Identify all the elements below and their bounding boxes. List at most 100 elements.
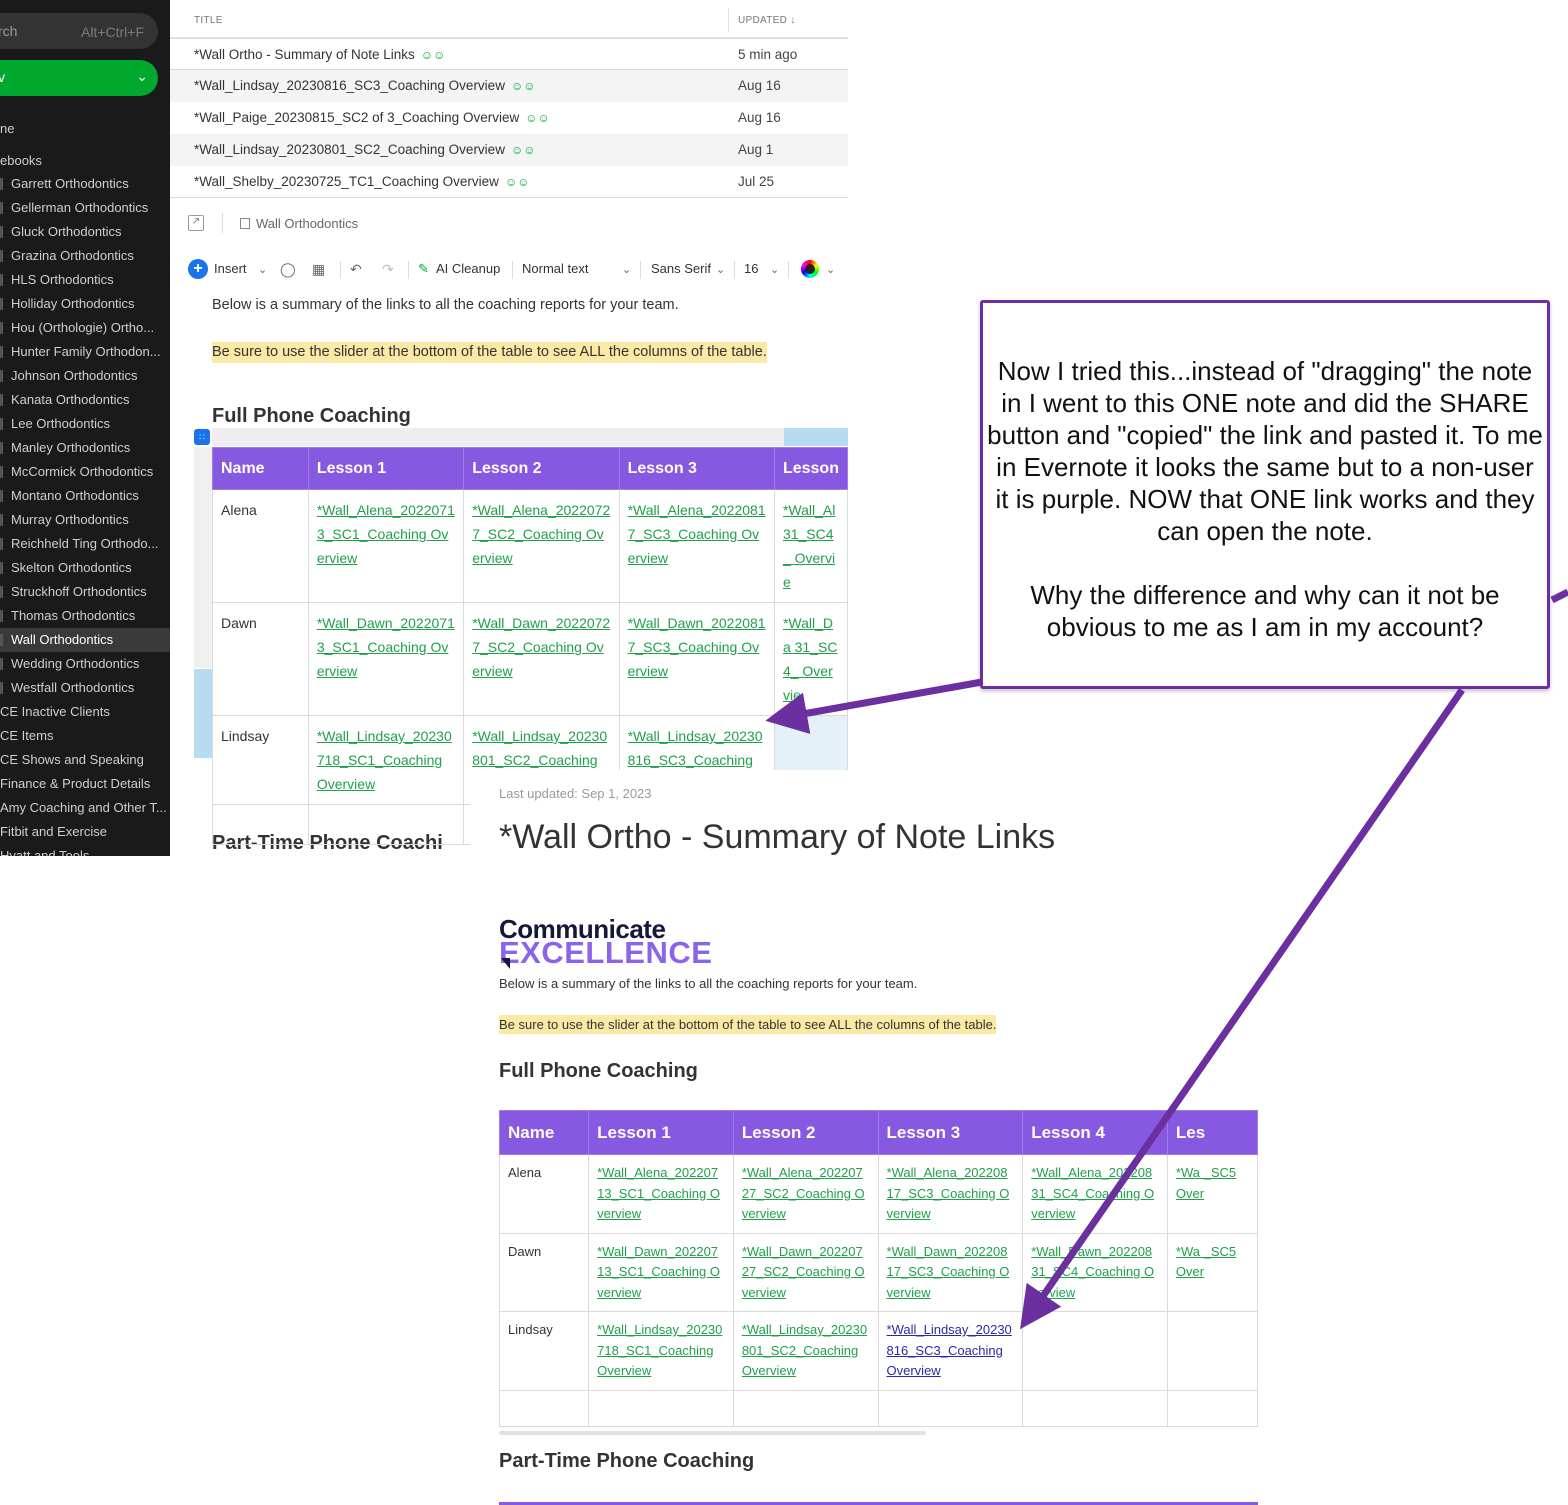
sidebar-item-home[interactable]: ne — [0, 117, 170, 141]
insert-button[interactable]: Insert — [214, 261, 247, 276]
sidebar-notebook-item[interactable]: Lee Orthodontics — [0, 412, 170, 436]
table-cell[interactable]: *Wall_Lindsay_20230801_SC2_Coaching Over… — [732, 1311, 879, 1391]
table-column-selector[interactable] — [212, 428, 784, 446]
chevron-down-icon[interactable]: ⌄ — [258, 263, 267, 276]
sidebar-item-notebooks[interactable]: ebooks — [0, 149, 170, 173]
sidebar-notebook-item[interactable]: Kanata Orthodontics — [0, 388, 170, 412]
note-link[interactable]: *Wall_Dawn_20220713_SC1_Coaching Overvie… — [317, 615, 455, 679]
sidebar-notebook-item[interactable]: Grazina Orthodontics — [0, 244, 170, 268]
sidebar-notebook-item[interactable]: Hunter Family Orthodon... — [0, 340, 170, 364]
sidebar-notebook-item[interactable]: Murray Orthodontics — [0, 508, 170, 532]
ai-cleanup-icon[interactable]: ✎ — [418, 261, 429, 277]
note-link[interactable]: *Wall_Alena_20220831_SC4_Coaching Overvi… — [1031, 1165, 1154, 1221]
note-link[interactable]: *Wall_Dawn_20220817_SC3_Coaching Overvie… — [628, 615, 766, 679]
table-drag-handle-icon[interactable]: ∷ — [194, 429, 210, 445]
sidebar-notebook-item[interactable]: Reichheld Ting Orthodo... — [0, 532, 170, 556]
note-link[interactable]: *Wall_Lindsay_20230718_SC1_Coaching Over… — [597, 1322, 722, 1378]
notebook-breadcrumb[interactable]: Wall Orthodontics — [240, 216, 358, 231]
note-link[interactable]: *Wall_Dawn_20220817_SC3_Coaching Overvie… — [887, 1244, 1010, 1300]
table-cell[interactable]: *Wall_Dawn_20220817_SC3_Coaching Overvie… — [618, 602, 775, 716]
note-link[interactable]: *Wall_Dawn_20220831_SC4_Coaching Overvie… — [1031, 1244, 1154, 1300]
table-header-cell[interactable]: Lesson 1 — [588, 1110, 734, 1155]
sidebar-notebook-item[interactable]: Thomas Orthodontics — [0, 604, 170, 628]
note-list-row[interactable]: *Wall_Shelby_20230725_TC1_Coaching Overv… — [170, 166, 848, 198]
table-row-selector-active[interactable] — [194, 669, 212, 758]
sidebar-notebook-item[interactable]: Garrett Orthodontics — [0, 172, 170, 196]
table-cell-name[interactable]: Lindsay — [212, 715, 309, 805]
table-cell-empty[interactable] — [1166, 1389, 1258, 1427]
sidebar-item[interactable]: Amy Coaching and Other T... — [0, 796, 170, 820]
table-cell-empty[interactable] — [307, 804, 465, 845]
table-cell[interactable]: *Wall_Al 31_SC4_ Overvie — [773, 489, 848, 603]
note-link[interactable]: *Wall_Lindsay_20230801_SC2_Coaching Over… — [742, 1322, 867, 1378]
table-header-cell[interactable]: Lesson 3 — [618, 447, 775, 490]
table-cell[interactable]: *Wall_Alena_20220713_SC1_Coaching Overvi… — [588, 1154, 734, 1234]
font-size-select[interactable]: 16 — [744, 261, 758, 276]
chevron-down-icon[interactable]: ⌄ — [826, 263, 835, 276]
table-cell[interactable]: *Wall_Alena_20220713_SC1_Coaching Overvi… — [307, 489, 465, 603]
table-header-cell[interactable]: Lesson 2 — [732, 1110, 879, 1155]
table-cell-empty[interactable] — [1022, 1389, 1168, 1427]
font-select[interactable]: Sans Serif — [651, 261, 711, 276]
table-cell[interactable]: *Wall_Alena_20220817_SC3_Coaching Overvi… — [877, 1154, 1024, 1234]
table-cell-name[interactable]: Lindsay — [499, 1311, 590, 1391]
chevron-down-icon[interactable]: ⌄ — [770, 263, 779, 276]
table-row-selector[interactable] — [194, 447, 212, 668]
table-cell-empty[interactable] — [499, 1389, 590, 1427]
table-column-selector-active[interactable] — [784, 428, 848, 446]
table-cell[interactable]: *Wall_Dawn_20220713_SC1_Coaching Overvie… — [588, 1232, 734, 1312]
table-cell-name[interactable]: Dawn — [499, 1232, 590, 1312]
note-link[interactable]: *Wall_Lindsay_20230718_SC1_Coaching Over… — [317, 728, 452, 792]
table-cell[interactable]: *Wall_Dawn_20220727_SC2_Coaching Overvie… — [463, 602, 620, 716]
table-header-cell[interactable]: Lesson 3 — [877, 1110, 1024, 1155]
note-link[interactable]: *Wall_Alena_20220727_SC2_Coaching Overvi… — [472, 502, 610, 566]
sidebar-item[interactable]: Fitbit and Exercise — [0, 820, 170, 844]
new-note-button[interactable]: v ⌄ — [0, 60, 158, 96]
sidebar-notebook-item[interactable]: Wedding Orthodontics — [0, 652, 170, 676]
sidebar-notebook-item[interactable]: Westfall Orthodontics — [0, 676, 170, 700]
note-link[interactable]: *Wa _SC5 Over — [1176, 1244, 1236, 1280]
note-link[interactable]: *Wa _SC5 Over — [1176, 1165, 1236, 1201]
chevron-down-icon[interactable]: ⌄ — [716, 263, 725, 276]
table-cell-empty[interactable] — [588, 1389, 734, 1427]
table-cell[interactable] — [1166, 1311, 1258, 1391]
table-cell[interactable] — [1022, 1311, 1168, 1391]
sidebar-notebook-item[interactable]: Montano Orthodontics — [0, 484, 170, 508]
table-cell-empty[interactable] — [877, 1389, 1024, 1427]
undo-icon[interactable]: ↶ — [350, 261, 362, 278]
table-cell[interactable]: *Wall_Lindsay_20230718_SC1_Coaching Over… — [307, 715, 465, 805]
sidebar-notebook-item[interactable]: HLS Orthodontics — [0, 268, 170, 292]
sidebar-notebook-item[interactable]: Struckhoff Orthodontics — [0, 580, 170, 604]
table-cell-name[interactable]: Alena — [212, 489, 309, 603]
table-cell[interactable]: *Wall_Da 31_SC4_ Overvie — [773, 602, 848, 716]
table-cell[interactable]: *Wall_Dawn_20220713_SC1_Coaching Overvie… — [307, 602, 465, 716]
text-style-select[interactable]: Normal text — [522, 261, 588, 276]
table-cell[interactable]: *Wall_Lindsay_20230816_SC3_Coaching Over… — [877, 1311, 1024, 1391]
table-header-cell[interactable]: Name — [499, 1110, 590, 1155]
sidebar-notebook-item[interactable]: Hou (Orthologie) Ortho... — [0, 316, 170, 340]
search-bar[interactable]: rch Alt+Ctrl+F — [0, 13, 158, 49]
table-header-cell[interactable]: Les — [1166, 1110, 1258, 1155]
table-scroll-container[interactable]: Name Lesson 1 Lesson 2 Lesson 3 Lesson 4 Les … — [499, 1110, 1258, 1430]
sidebar-notebook-item[interactable]: Manley Orthodontics — [0, 436, 170, 460]
table-header-cell[interactable]: Lesson 2 — [463, 447, 620, 490]
task-check-icon[interactable]: ◯ — [280, 261, 296, 278]
note-link[interactable]: *Wall_Da 31_SC4_ Overvie — [783, 615, 837, 703]
note-list-row[interactable]: *Wall Ortho - Summary of Note Links ☺☺ 5 m… — [170, 38, 848, 70]
text-color-icon[interactable] — [801, 260, 819, 278]
calendar-icon[interactable]: ▦ — [312, 261, 325, 278]
sidebar-item[interactable]: CE Items — [0, 724, 170, 748]
chevron-down-icon[interactable]: ⌄ — [622, 263, 631, 276]
plus-icon[interactable]: + — [188, 259, 208, 279]
table-header-cell[interactable]: Lesson — [773, 447, 848, 490]
sidebar-item[interactable]: Hyatt and Tools — [0, 844, 170, 856]
table-cell-empty[interactable] — [212, 804, 309, 845]
sidebar-notebook-item[interactable]: Johnson Orthodontics — [0, 364, 170, 388]
sidebar-notebook-item[interactable]: Gluck Orthodontics — [0, 220, 170, 244]
ai-cleanup-button[interactable]: AI Cleanup — [436, 261, 500, 276]
table-horizontal-scrollbar[interactable] — [499, 1431, 926, 1435]
note-link[interactable]: *Wall_Dawn_20220727_SC2_Coaching Overvie… — [472, 615, 610, 679]
note-link[interactable]: *Wall_Alena_20220727_SC2_Coaching Overvi… — [742, 1165, 865, 1221]
sidebar-notebook-item[interactable]: Gellerman Orthodontics — [0, 196, 170, 220]
table-cell[interactable]: *Wall_Alena_20220831_SC4_Coaching Overvi… — [1022, 1154, 1168, 1234]
